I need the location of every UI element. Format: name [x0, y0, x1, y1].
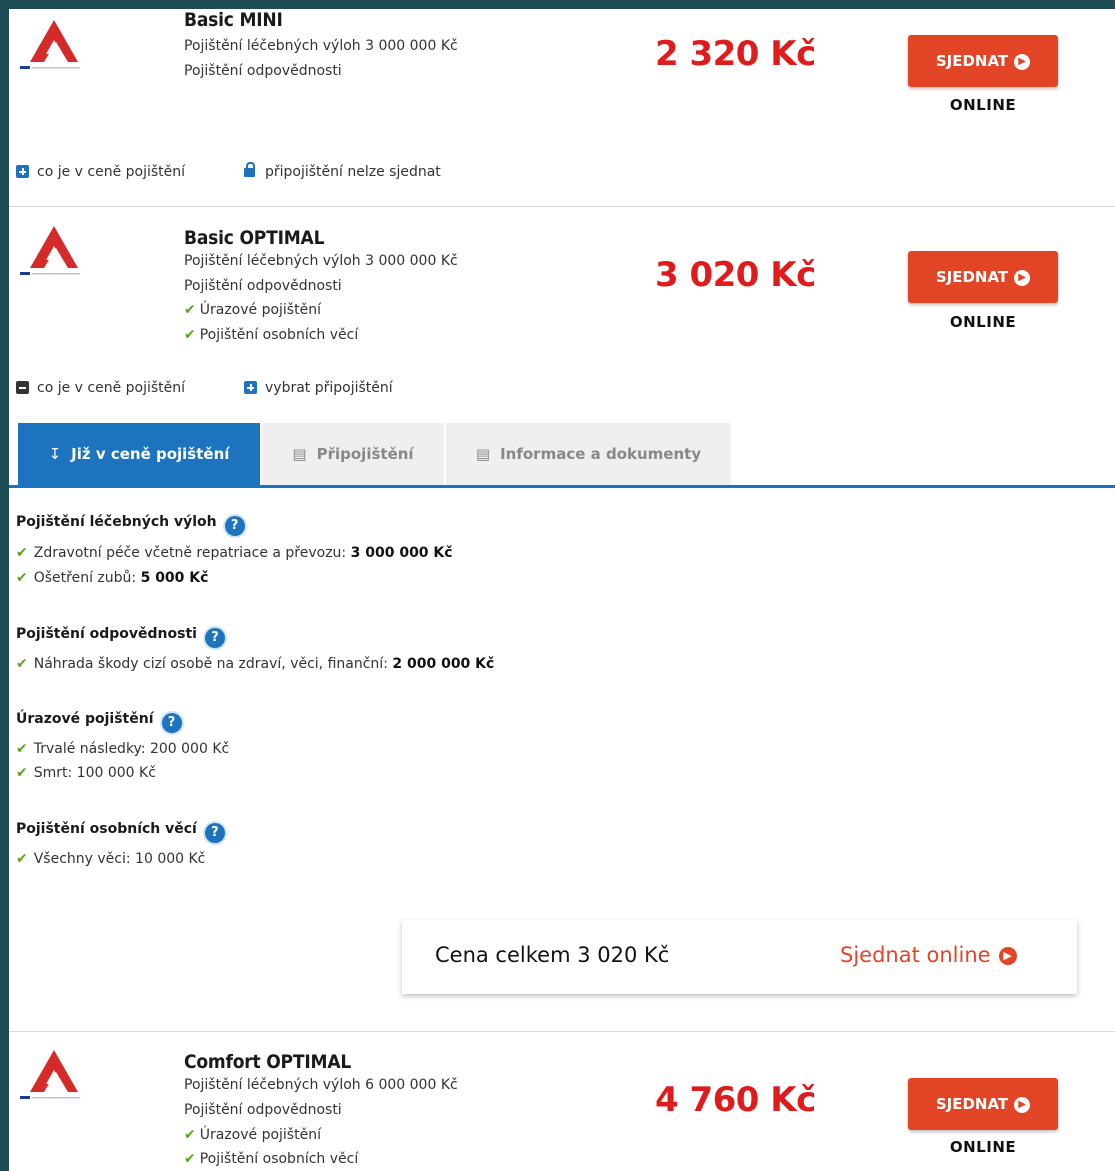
cart-icon: ▤ [292, 445, 307, 463]
coverage-item: ✔ Všechny věci: 10 000 Kč [16, 851, 206, 867]
feature-liability: Pojištění odpovědnosti [184, 278, 342, 294]
sjednat-button-label: SJEDNAT [935, 268, 1009, 286]
insurer-logo [16, 14, 96, 84]
lock-icon [244, 162, 255, 177]
price-summary: Cena celkem 3 020 Kč Sjednat online ▶ [402, 920, 1077, 994]
plus-icon [244, 381, 257, 394]
tab-label: Připojištění [316, 445, 414, 463]
plus-icon [16, 165, 29, 178]
total-price: Cena celkem 3 020 Kč [435, 943, 670, 967]
help-icon[interactable]: ? [224, 516, 245, 536]
sjednat-button-label: SJEDNAT [935, 52, 1009, 70]
product-name: Comfort OPTIMAL [184, 1051, 352, 1073]
feature-accident: ✔ Úrazové pojištění [184, 1127, 321, 1143]
tab-documents[interactable]: ▤ Informace a dokumenty [446, 423, 731, 485]
check-icon: ✔ [16, 741, 28, 757]
sjednat-button[interactable]: SJEDNAT ▶ [908, 251, 1058, 303]
check-icon: ✔ [184, 327, 196, 343]
coverage-item: ✔ Smrt: 100 000 Kč [16, 765, 156, 781]
tab-label: Informace a dokumenty [500, 445, 702, 463]
addon-locked: připojištění nelze sjednat [244, 162, 441, 180]
check-icon: ✔ [16, 570, 28, 586]
coverage-item: ✔ Zdravotní péče včetně repatriace a přev… [16, 545, 453, 561]
feature-medical: Pojištění léčebných výloh 3 000 000 Kč [184, 38, 458, 54]
tab-underline [9, 485, 1115, 488]
coverage-toggle-label: co je v ceně pojištění [37, 380, 186, 396]
document-icon: ▤ [475, 445, 491, 463]
feature-medical: Pojištění léčebných výloh 6 000 000 Kč [184, 1077, 458, 1093]
coverage-toggle[interactable]: co je v ceně pojištění [16, 380, 185, 396]
arrow-right-icon: ▶ [998, 947, 1017, 965]
feature-liability: Pojištění odpovědnosti [184, 1102, 342, 1118]
product-name: Basic MINI [184, 9, 283, 31]
coverage-item: ✔ Trvalé následky: 200 000 Kč [16, 741, 230, 757]
coverage-toggle-label: co je v ceně pojištění [37, 164, 186, 180]
coverage-toggle[interactable]: co je v ceně pojištění [16, 164, 185, 180]
addon-toggle[interactable]: vybrat připojištění [244, 380, 393, 396]
feature-liability: Pojištění odpovědnosti [184, 63, 342, 79]
card-divider [9, 206, 1115, 207]
addon-locked-label: připojištění nelze sjednat [265, 164, 441, 180]
arrow-right-icon: ▶ [1014, 53, 1031, 70]
help-icon[interactable]: ? [204, 628, 225, 648]
tab-label: Již v ceně pojištění [71, 445, 230, 463]
help-icon[interactable]: ? [161, 713, 182, 733]
insurer-logo [16, 220, 96, 290]
feature-belongings: ✔ Pojištění osobních věcí [184, 1151, 359, 1167]
arrow-right-icon: ▶ [1014, 1096, 1031, 1113]
coverage-item: ✔ Ošetření zubů: 5 000 Kč [16, 570, 209, 586]
minus-icon [16, 381, 29, 394]
sjednat-button[interactable]: SJEDNAT ▶ [908, 35, 1058, 87]
feature-belongings: ✔ Pojištění osobních věcí [184, 327, 359, 343]
online-label: ONLINE [949, 313, 1017, 331]
check-icon: ✔ [16, 545, 28, 561]
online-label: ONLINE [949, 96, 1017, 114]
check-icon: ✔ [16, 656, 28, 672]
feature-medical: Pojištění léčebných výloh 3 000 000 Kč [184, 253, 458, 269]
tab-addons[interactable]: ▤ Připojištění [262, 423, 444, 485]
coverage-title-belongings: Pojištění osobních věcí? [16, 821, 225, 843]
sjednat-online-label: Sjednat online [840, 943, 991, 967]
tab-included[interactable]: ↧ Již v ceně pojištění [18, 423, 260, 485]
check-icon: ✔ [184, 1151, 196, 1167]
feature-accident: ✔ Úrazové pojištění [184, 302, 321, 318]
product-price: 3 020 Kč [655, 255, 816, 295]
coverage-title-liability: Pojištění odpovědnosti? [16, 626, 225, 648]
arrow-down-icon: ↧ [48, 445, 62, 463]
check-icon: ✔ [16, 765, 28, 781]
sjednat-button-label: SJEDNAT [935, 1095, 1009, 1113]
check-icon: ✔ [16, 851, 28, 867]
top-edge [0, 0, 1115, 9]
check-icon: ✔ [184, 302, 196, 318]
product-price: 4 760 Kč [655, 1080, 816, 1120]
online-label: ONLINE [949, 1138, 1017, 1156]
card-divider [9, 1031, 1115, 1032]
coverage-title-accident: Úrazové pojištění? [16, 711, 182, 733]
addon-toggle-label: vybrat připojištění [265, 380, 393, 396]
insurer-logo [16, 1044, 96, 1114]
check-icon: ✔ [184, 1127, 196, 1143]
product-name: Basic OPTIMAL [184, 227, 325, 249]
coverage-title-medical: Pojištění léčebných výloh? [16, 514, 245, 536]
left-edge [0, 0, 9, 1171]
help-icon[interactable]: ? [204, 823, 225, 843]
sjednat-online-link[interactable]: Sjednat online ▶ [840, 943, 1017, 967]
product-price: 2 320 Kč [655, 34, 816, 74]
coverage-item: ✔ Náhrada škody cizí osobě na zdraví, věc… [16, 656, 495, 672]
arrow-right-icon: ▶ [1014, 269, 1031, 286]
sjednat-button[interactable]: SJEDNAT ▶ [908, 1078, 1058, 1130]
